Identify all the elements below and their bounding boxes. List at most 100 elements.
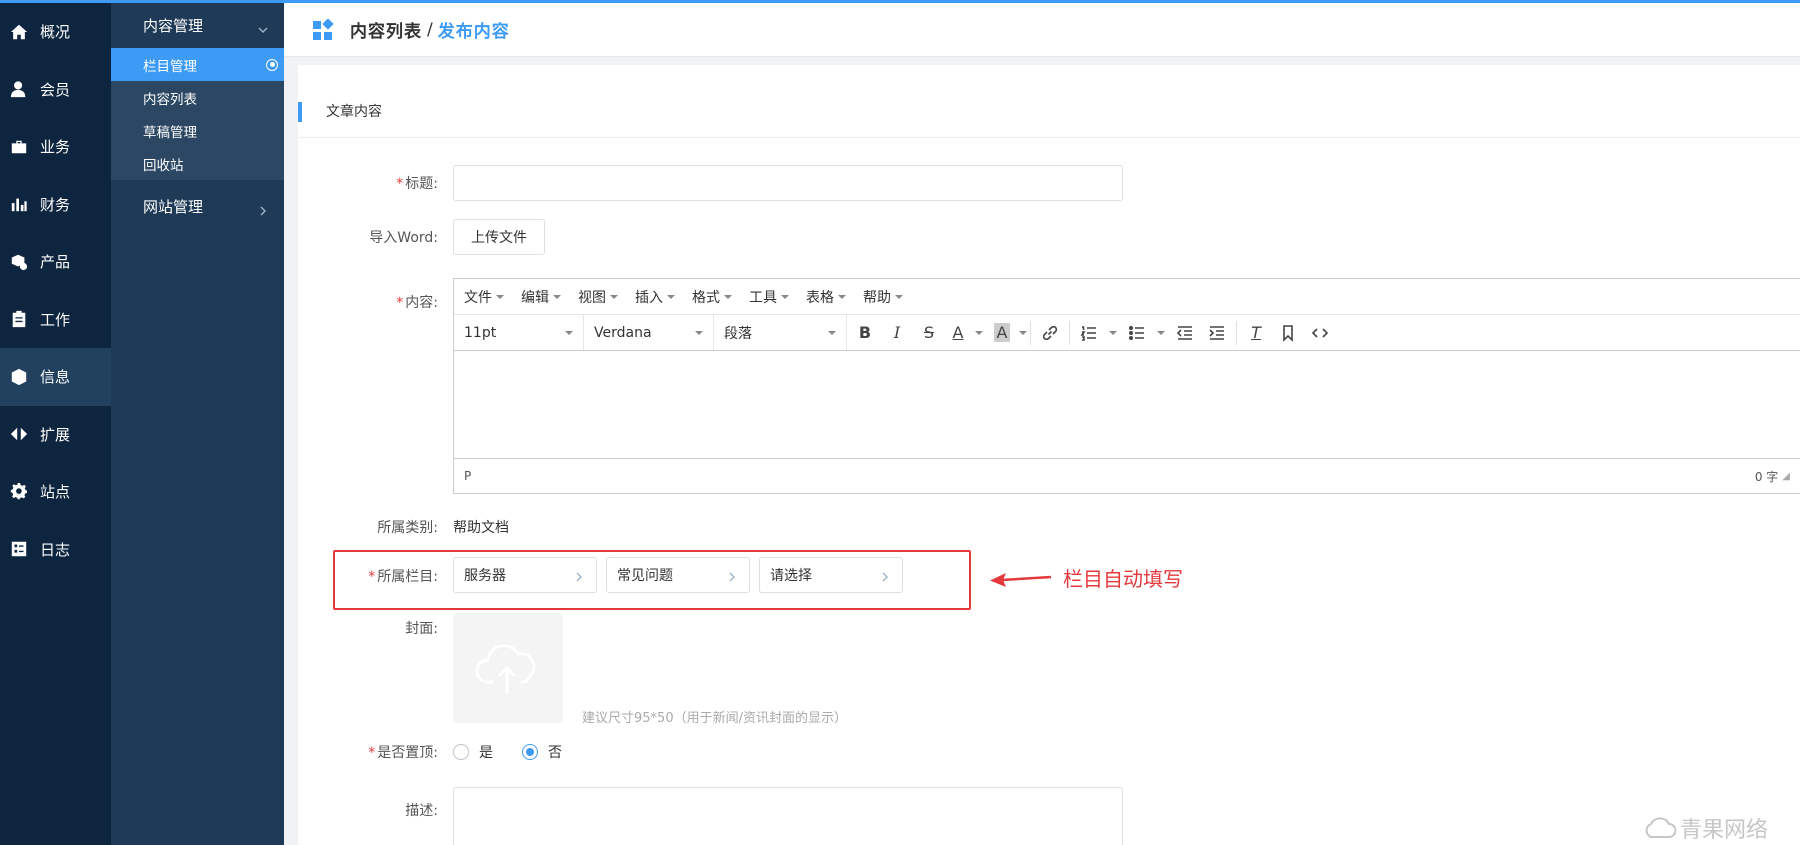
sub-item-label: 栏目管理: [143, 58, 197, 75]
bold-icon[interactable]: B: [851, 319, 879, 347]
annotation-text: 栏目自动填写: [1063, 567, 1183, 591]
text-color-dropdown-icon[interactable]: [975, 330, 983, 335]
block-format-select[interactable]: 段落: [714, 315, 847, 350]
nav-item-finance[interactable]: 财务: [0, 176, 111, 234]
menu-format[interactable]: 格式: [692, 287, 732, 307]
section-divider: [298, 137, 1800, 138]
italic-icon[interactable]: I: [883, 319, 911, 347]
nav-item-extensions[interactable]: 扩展: [0, 406, 111, 464]
clear-format-icon[interactable]: T: [1242, 319, 1270, 347]
breadcrumb-separator: /: [427, 19, 433, 40]
title-label: * 标题:: [396, 176, 438, 192]
numbered-list-dropdown-icon[interactable]: [1109, 330, 1117, 335]
bullet-list-dropdown-icon[interactable]: [1157, 330, 1165, 335]
arrows-icon: [10, 425, 28, 443]
content-label: * 内容:: [396, 295, 438, 311]
chevron-right-icon: [574, 570, 584, 582]
gear-icon: [10, 482, 28, 501]
nav-item-business[interactable]: 业务: [0, 118, 111, 176]
nav-item-sites[interactable]: 站点: [0, 463, 111, 521]
column-label: * 所属栏目:: [368, 569, 438, 585]
background-color-icon[interactable]: A: [991, 319, 1013, 347]
nav-group-site-management[interactable]: 网站管理: [111, 184, 284, 229]
menu-edit[interactable]: 编辑: [521, 287, 561, 307]
selected-dot-icon: [266, 58, 278, 71]
category-value: 帮助文档: [453, 520, 509, 536]
toolbar-divider: [1069, 320, 1070, 345]
source-code-icon[interactable]: [1306, 319, 1334, 347]
nav-item-work[interactable]: 工作: [0, 291, 111, 349]
indent-icon[interactable]: [1203, 319, 1231, 347]
cover-label: 封面:: [405, 621, 438, 637]
nav-group-label: 内容管理: [143, 17, 204, 35]
nav-item-info[interactable]: 信息: [0, 348, 111, 406]
cloud-upload-icon: [475, 644, 536, 694]
chevron-right-icon: [258, 202, 268, 215]
nav-item-label: 会员: [40, 80, 71, 99]
secondary-sidebar: 内容管理 栏目管理 内容列表 草稿管理 回收站 网站管理: [111, 3, 284, 845]
background-color-dropdown-icon[interactable]: [1019, 330, 1027, 335]
nav-item-logs[interactable]: 日志: [0, 521, 111, 579]
outdent-icon[interactable]: [1171, 319, 1199, 347]
font-family-select[interactable]: Verdana: [584, 315, 714, 350]
nav-item-label: 站点: [40, 483, 71, 502]
editor-statusbar: P 0 字 ◢: [454, 459, 1800, 493]
chevron-right-icon: [727, 570, 737, 582]
nav-group-label: 网站管理: [143, 198, 204, 216]
cover-upload[interactable]: [453, 613, 563, 723]
editor-toolbar: 11pt Verdana 段落 B I S A A T: [454, 315, 1800, 351]
sub-item-label: 内容列表: [143, 91, 197, 108]
sub-item-column-management[interactable]: 栏目管理: [111, 48, 284, 81]
watermark: 青果网络: [1642, 812, 1768, 844]
nav-item-members[interactable]: 会员: [0, 61, 111, 119]
content-card: 文章内容 * 标题: 导入Word: 上传文件 * 内容: 文件 编辑 视图 插入 …: [298, 65, 1800, 845]
sub-item-recycle-bin[interactable]: 回收站: [111, 147, 284, 180]
toolbar-divider: [1236, 320, 1237, 345]
sub-item-drafts[interactable]: 草稿管理: [111, 114, 284, 147]
nav-item-products[interactable]: 产品: [0, 233, 111, 291]
nav-group-content-management[interactable]: 内容管理: [111, 3, 284, 48]
menu-insert[interactable]: 插入: [635, 287, 675, 307]
menu-help[interactable]: 帮助: [863, 287, 903, 307]
link-icon[interactable]: [1036, 319, 1064, 347]
sub-item-content-list[interactable]: 内容列表: [111, 81, 284, 114]
nav-submenu: 栏目管理 内容列表 草稿管理 回收站: [111, 48, 284, 180]
upload-file-button[interactable]: 上传文件: [453, 219, 545, 255]
pin-top-yes-radio[interactable]: 是: [453, 742, 493, 762]
top-accent-line: [0, 0, 1800, 3]
pin-top-no-radio[interactable]: 否: [522, 742, 562, 762]
description-textarea[interactable]: [453, 787, 1123, 845]
strikethrough-icon[interactable]: S: [915, 319, 943, 347]
import-word-label: 导入Word:: [369, 230, 438, 246]
nav-item-overview[interactable]: 概况: [0, 3, 111, 61]
menu-tools[interactable]: 工具: [749, 287, 789, 307]
text-color-icon[interactable]: A: [947, 319, 969, 347]
pin-top-label: * 是否置顶:: [368, 745, 438, 761]
element-path[interactable]: P: [464, 469, 471, 483]
nav-item-label: 工作: [40, 310, 71, 329]
menu-view[interactable]: 视图: [578, 287, 618, 307]
chevron-down-icon: [258, 21, 268, 33]
nav-item-label: 业务: [40, 138, 71, 157]
nav-item-label: 日志: [40, 540, 71, 559]
breadcrumb-publish: 发布内容: [437, 22, 510, 42]
nav-item-label: 扩展: [40, 425, 71, 444]
menu-table[interactable]: 表格: [806, 287, 846, 307]
description-label: 描述:: [405, 803, 438, 819]
menu-file[interactable]: 文件: [464, 287, 504, 307]
title-input[interactable]: [453, 165, 1123, 201]
log-icon: [10, 540, 28, 558]
breadcrumb-content-list[interactable]: 内容列表: [350, 17, 422, 42]
clipboard-icon: [10, 310, 28, 328]
column-select-level-1[interactable]: 服务器: [453, 557, 597, 593]
column-select-level-3[interactable]: 请选择: [759, 557, 903, 593]
bullet-list-icon[interactable]: [1123, 319, 1151, 347]
bookmark-icon[interactable]: [1274, 319, 1302, 347]
column-select-level-2[interactable]: 常见问题: [606, 557, 750, 593]
nav-item-label: 信息: [40, 368, 71, 387]
numbered-list-icon[interactable]: [1075, 319, 1103, 347]
products-icon: [10, 253, 28, 271]
editor-content-area[interactable]: [454, 351, 1800, 459]
font-size-select[interactable]: 11pt: [454, 315, 584, 350]
resize-handle-icon[interactable]: ◢: [1782, 471, 1790, 482]
